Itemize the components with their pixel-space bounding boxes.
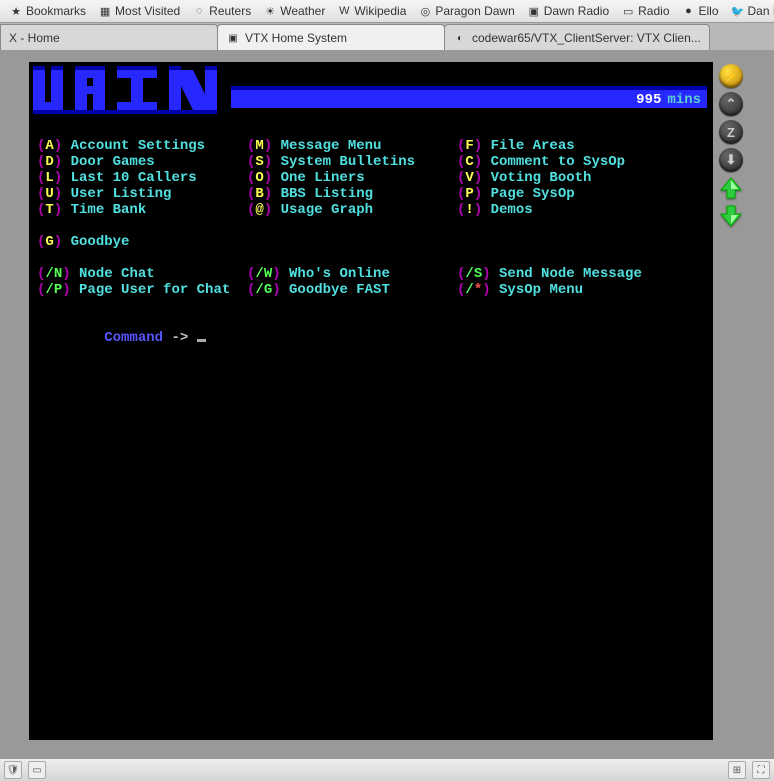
bookmark-icon: ☀: [263, 4, 277, 18]
tab-x-home[interactable]: X - Home: [0, 24, 218, 51]
main-menu: (A) Account Settings (M) Message Menu (F) …: [31, 138, 711, 298]
big-up-arrow-icon[interactable]: [719, 176, 743, 200]
menu-item-door-games[interactable]: (D) Door Games: [37, 154, 155, 170]
ansi-header: 995mins: [31, 66, 711, 118]
page-viewport: 995mins (A) Account Settings (M) Message …: [0, 50, 774, 759]
bookmark-icon: W: [337, 4, 351, 18]
bolt-icon[interactable]: ⚡: [719, 64, 743, 88]
menu-item-voting-booth[interactable]: (V) Voting Booth: [457, 170, 591, 186]
status-shield-icon[interactable]: 🛡: [4, 761, 22, 779]
download-icon[interactable]: ⬇: [719, 148, 743, 172]
tab-codewar65-vtx-clientserv[interactable]: ◐codewar65/VTX_ClientServer: VTX Clien..…: [444, 24, 710, 51]
menu-item-who-s-online[interactable]: (/W) Who's Online: [247, 266, 390, 282]
terminal-side-controls: ⚡ ⌃ Z ⬇: [719, 62, 745, 228]
bookmark-bookmarks[interactable]: ★Bookmarks: [4, 3, 91, 19]
menu-item-comment-to-sysop[interactable]: (C) Comment to SysOp: [457, 154, 625, 170]
menu-item-page-sysop[interactable]: (P) Page SysOp: [457, 186, 575, 202]
menu-item-user-listing[interactable]: (U) User Listing: [37, 186, 171, 202]
menu-item-demos[interactable]: (!) Demos: [457, 202, 533, 218]
menu-item-send-node-message[interactable]: (/S) Send Node Message: [457, 266, 642, 282]
menu-item-file-areas[interactable]: (F) File Areas: [457, 138, 575, 154]
menu-item-message-menu[interactable]: (M) Message Menu: [247, 138, 381, 154]
menu-item-last-10-callers[interactable]: (L) Last 10 Callers: [37, 170, 197, 186]
tab-favicon-icon: ◐: [453, 31, 467, 45]
bookmark-icon: 🐦: [731, 4, 745, 18]
bookmark-icon: ▦: [98, 4, 112, 18]
bookmark-icon: ★: [9, 4, 23, 18]
header-bar: 995mins: [231, 66, 711, 118]
home-z-icon[interactable]: Z: [719, 120, 743, 144]
bookmark-icon: ◎: [418, 4, 432, 18]
command-prompt[interactable]: Command ->: [31, 314, 711, 362]
bookmark-dawn-radio[interactable]: ▣Dawn Radio: [522, 3, 614, 19]
time-remaining: 995mins: [636, 92, 701, 108]
menu-item-account-settings[interactable]: (A) Account Settings: [37, 138, 205, 154]
bookmark-reuters[interactable]: ◌Reuters: [187, 3, 256, 19]
bookmark-toolbar: ★Bookmarks▦Most Visited◌Reuters☀WeatherW…: [0, 0, 774, 23]
bookmark-icon: ▭: [621, 4, 635, 18]
bookmark-wikipedia[interactable]: WWikipedia: [332, 3, 411, 19]
menu-item-system-bulletins[interactable]: (S) System Bulletins: [247, 154, 415, 170]
bookmark-weather[interactable]: ☀Weather: [258, 3, 330, 19]
menu-item-one-liners[interactable]: (O) One Liners: [247, 170, 365, 186]
menu-item-goodbye-fast[interactable]: (/G) Goodbye FAST: [247, 282, 390, 298]
bookmark-icon: ◌: [192, 4, 206, 18]
bookmark-icon: ●: [682, 4, 696, 18]
big-down-arrow-icon[interactable]: [719, 204, 743, 228]
cursor-icon: [197, 339, 206, 342]
tab-vtx-home-system[interactable]: ▣VTX Home System: [217, 24, 445, 51]
bbs-terminal[interactable]: 995mins (A) Account Settings (M) Message …: [29, 62, 713, 740]
menu-item-time-bank[interactable]: (T) Time Bank: [37, 202, 146, 218]
main-logo: [31, 66, 231, 118]
menu-item-node-chat[interactable]: (/N) Node Chat: [37, 266, 155, 282]
bookmark-most-visited[interactable]: ▦Most Visited: [93, 3, 185, 19]
status-fullscreen-icon[interactable]: ⛶: [752, 761, 770, 779]
bookmark-ello[interactable]: ●Ello: [677, 3, 724, 19]
tab-bar: X - Home▣VTX Home System◐codewar65/VTX_C…: [0, 23, 774, 52]
browser-status-bar: 🛡 ▭ ⊞ ⛶: [0, 758, 774, 781]
tab-favicon-icon: ▣: [226, 31, 240, 45]
bookmark-dan-mecklenbur-[interactable]: 🐦Dan Mecklenbur...: [726, 3, 774, 19]
menu-item-page-user-for-chat[interactable]: (/P) Page User for Chat: [37, 282, 230, 298]
menu-item-goodbye[interactable]: (G) Goodbye: [37, 234, 129, 250]
bookmark-paragon-dawn[interactable]: ◎Paragon Dawn: [413, 3, 519, 19]
status-screen-icon[interactable]: ▭: [28, 761, 46, 779]
bookmark-icon: ▣: [527, 4, 541, 18]
menu-item-usage-graph[interactable]: (@) Usage Graph: [247, 202, 373, 218]
bookmark-radio[interactable]: ▭Radio: [616, 3, 674, 19]
caret-up-icon[interactable]: ⌃: [719, 92, 743, 116]
menu-item-bbs-listing[interactable]: (B) BBS Listing: [247, 186, 373, 202]
menu-item-sysop-menu[interactable]: (/*) SysOp Menu: [457, 282, 583, 298]
status-zoom-icon[interactable]: ⊞: [728, 761, 746, 779]
